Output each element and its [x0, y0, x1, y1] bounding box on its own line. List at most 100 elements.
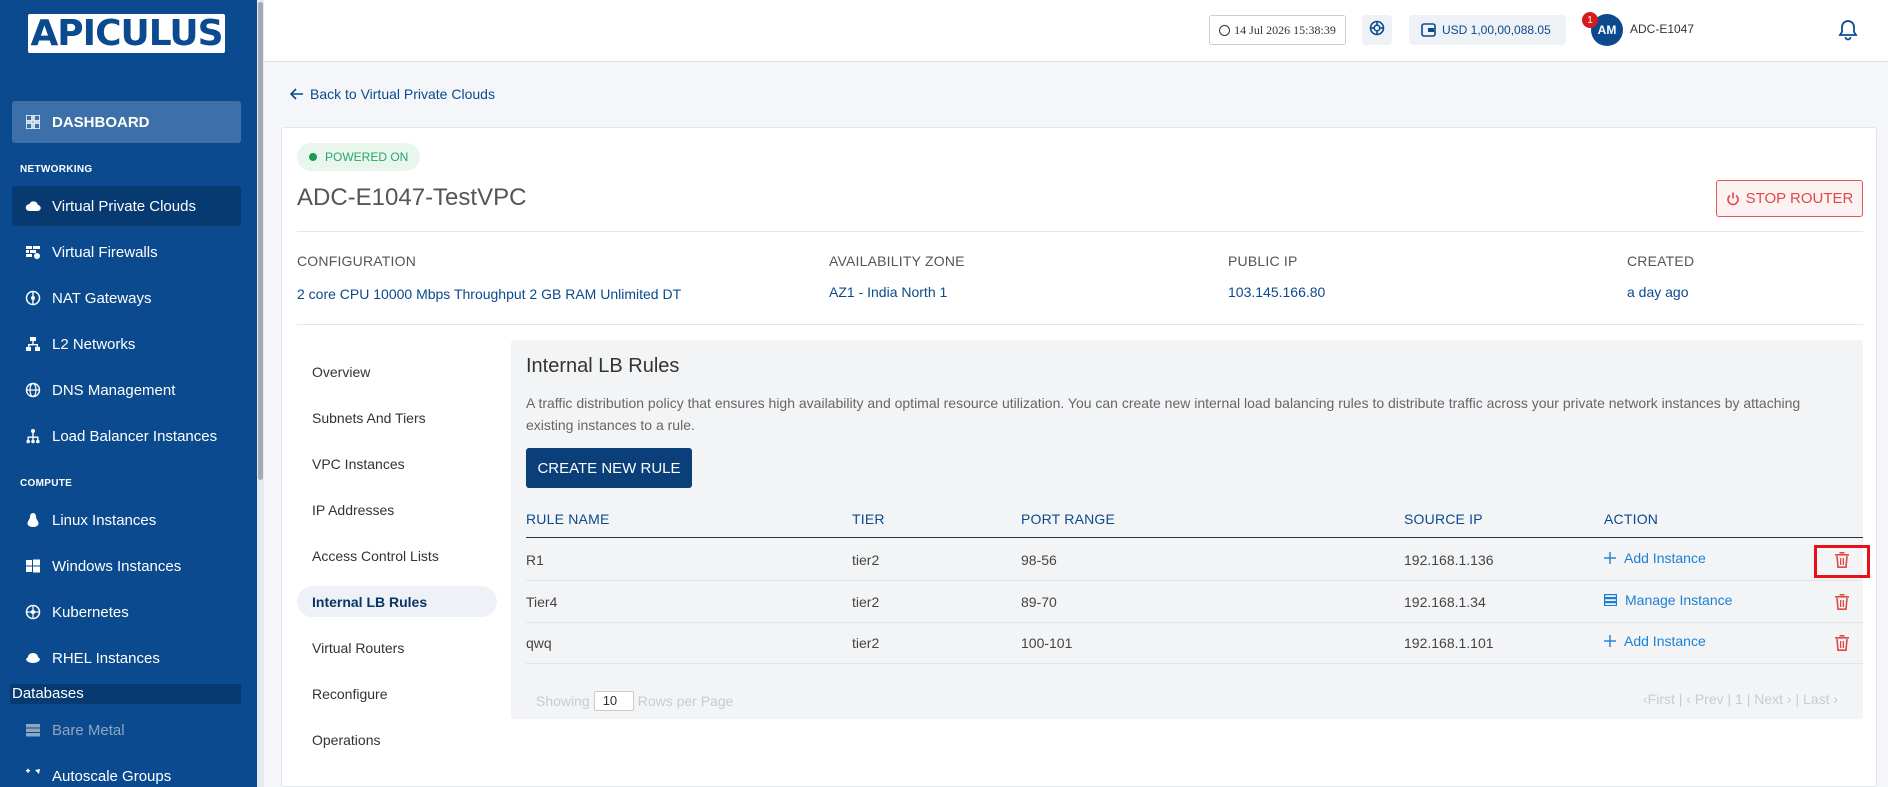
- sidebar-item-nat-gateways[interactable]: NAT Gateways: [12, 278, 241, 318]
- table-cell-source-ip: 192.168.1.136: [1404, 552, 1494, 568]
- table-cell-rule-name: qwq: [526, 635, 552, 651]
- subnav-reconfigure[interactable]: Reconfigure: [297, 678, 497, 709]
- table-cell-source-ip: 192.168.1.34: [1404, 594, 1486, 610]
- column-header-tier[interactable]: TIER: [852, 511, 885, 527]
- divider: [297, 324, 1863, 325]
- availability-zone-value: AZ1 - India North 1: [829, 284, 948, 300]
- load-balancer-icon: [24, 427, 42, 445]
- subnav-internal-lb-rules[interactable]: Internal LB Rules: [297, 586, 497, 617]
- sidebar-item-autoscale-groups[interactable]: Autoscale Groups: [12, 756, 241, 787]
- add-instance-button[interactable]: Add Instance: [1604, 633, 1706, 649]
- subnav-ip-addresses[interactable]: IP Addresses: [297, 494, 497, 525]
- bell-icon[interactable]: [1837, 18, 1859, 42]
- sidebar-item-windows-instances[interactable]: Windows Instances: [12, 546, 241, 586]
- subnav-vpc-instances[interactable]: VPC Instances: [297, 448, 497, 479]
- arrow-left-icon: [290, 88, 303, 100]
- table-cell-tier: tier2: [852, 635, 880, 651]
- manage-instance-button[interactable]: Manage Instance: [1604, 592, 1732, 608]
- dashboard-icon: [26, 115, 40, 129]
- wallet-icon: [1421, 23, 1436, 37]
- delete-rule-button[interactable]: [1832, 592, 1852, 612]
- plus-icon: [1604, 552, 1616, 564]
- clock-icon: [1219, 24, 1231, 36]
- back-to-vpcs-link[interactable]: Back to Virtual Private Clouds: [290, 86, 495, 102]
- sidebar-item-linux-instances[interactable]: Linux Instances: [12, 500, 241, 540]
- sidebar-item-bare-metal[interactable]: Bare Metal: [12, 710, 241, 750]
- cloud-icon: [24, 197, 42, 215]
- create-new-rule-button[interactable]: CREATE NEW RULE: [526, 448, 692, 488]
- status-badge: POWERED ON: [297, 143, 421, 171]
- list-icon: [1604, 594, 1617, 606]
- table-cell-source-ip: 192.168.1.101: [1404, 635, 1494, 651]
- delete-button-highlight: [1814, 545, 1870, 578]
- windows-icon: [24, 557, 42, 575]
- section-databases[interactable]: Databases: [10, 684, 241, 704]
- linux-icon: [24, 511, 42, 529]
- subnav-virtual-routers[interactable]: Virtual Routers: [297, 632, 497, 663]
- add-instance-button[interactable]: Add Instance: [1604, 550, 1706, 566]
- subnav-overview[interactable]: Overview: [297, 356, 497, 387]
- table-cell-tier: tier2: [852, 552, 880, 568]
- section-networking: NETWORKING: [20, 164, 93, 175]
- delete-rule-button[interactable]: [1832, 633, 1852, 653]
- datetime-display: 14 Jul 2026 15:38:39: [1209, 15, 1346, 45]
- plus-icon: [1604, 635, 1616, 647]
- rhel-icon: [24, 649, 42, 667]
- sidebar-scrollbar-thumb[interactable]: [258, 2, 263, 480]
- table-cell-port-range: 89-70: [1021, 594, 1057, 610]
- network-icon: [24, 335, 42, 353]
- public-ip-value: 103.145.166.80: [1228, 284, 1326, 300]
- status-dot-icon: [309, 153, 317, 161]
- autoscale-icon: [24, 767, 42, 785]
- sidebar-item-dns-management[interactable]: DNS Management: [12, 370, 241, 410]
- sidebar-scrollbar[interactable]: [257, 0, 264, 787]
- panel-title: Internal LB Rules: [526, 355, 680, 377]
- apiculus-logo[interactable]: APICULUS: [28, 14, 225, 53]
- top-header: 14 Jul 2026 15:38:39 USD 1,00,00,088.05 …: [264, 0, 1888, 62]
- sidebar-item-virtual-firewalls[interactable]: Virtual Firewalls: [12, 232, 241, 272]
- column-header-rule-name[interactable]: RULE NAME: [526, 511, 609, 527]
- availability-zone-label: AVAILABILITY ZONE: [829, 253, 965, 269]
- configuration-value: 2 core CPU 10000 Mbps Throughput 2 GB RA…: [297, 286, 682, 302]
- kubernetes-icon: [24, 603, 42, 621]
- sidebar-item-l2-networks[interactable]: L2 Networks: [12, 324, 241, 364]
- rows-per-page-input[interactable]: 10: [593, 691, 634, 711]
- sidebar-item-rhel-instances[interactable]: RHEL Instances: [12, 638, 241, 678]
- table-cell-tier: tier2: [852, 594, 880, 610]
- notification-badge: 1: [1582, 12, 1598, 28]
- table-cell-port-range: 100-101: [1021, 635, 1073, 651]
- firewall-icon: [24, 243, 42, 261]
- sidebar-item-load-balancer-instances[interactable]: Load Balancer Instances: [12, 416, 241, 456]
- pagination-nav[interactable]: ‹First | ‹ Prev | 1 | Next › | Last ›: [1643, 691, 1838, 707]
- public-ip-label: PUBLIC IP: [1228, 253, 1298, 269]
- support-button[interactable]: [1362, 15, 1392, 45]
- panel-description: A traffic distribution policy that ensur…: [526, 395, 1801, 433]
- stop-router-button[interactable]: STOP ROUTER: [1716, 180, 1863, 217]
- table-cell-port-range: 98-56: [1021, 552, 1057, 568]
- nat-icon: [24, 289, 42, 307]
- trash-icon: [1835, 594, 1849, 610]
- table-header-divider: [526, 537, 1863, 538]
- column-header-port-range[interactable]: PORT RANGE: [1021, 511, 1115, 527]
- subnav-subnets-and-tiers[interactable]: Subnets And Tiers: [297, 402, 497, 433]
- section-compute: COMPUTE: [20, 478, 73, 489]
- configuration-label: CONFIGURATION: [297, 253, 417, 269]
- created-value: a day ago: [1627, 284, 1689, 300]
- user-name[interactable]: ADC-E1047: [1630, 22, 1694, 36]
- subnav-operations[interactable]: Operations: [297, 724, 497, 755]
- page-title: ADC-E1047-TestVPC: [297, 184, 527, 211]
- subnav-access-control-lists[interactable]: Access Control Lists: [297, 540, 497, 571]
- table-cell-rule-name: R1: [526, 552, 544, 568]
- power-icon: [1726, 192, 1739, 205]
- column-header-source-ip[interactable]: SOURCE IP: [1404, 511, 1483, 527]
- wallet-balance[interactable]: USD 1,00,00,088.05: [1409, 15, 1566, 45]
- divider: [297, 231, 1863, 232]
- sidebar-item-kubernetes[interactable]: Kubernetes: [12, 592, 241, 632]
- sidebar-item-dashboard[interactable]: DASHBOARD: [12, 101, 241, 143]
- trash-icon: [1835, 635, 1849, 651]
- table-row-divider: [526, 622, 1863, 623]
- lifebuoy-icon: [1369, 20, 1385, 41]
- server-icon: [24, 721, 42, 739]
- table-row-divider: [526, 663, 1863, 664]
- sidebar-item-virtual-private-clouds[interactable]: Virtual Private Clouds: [12, 186, 241, 226]
